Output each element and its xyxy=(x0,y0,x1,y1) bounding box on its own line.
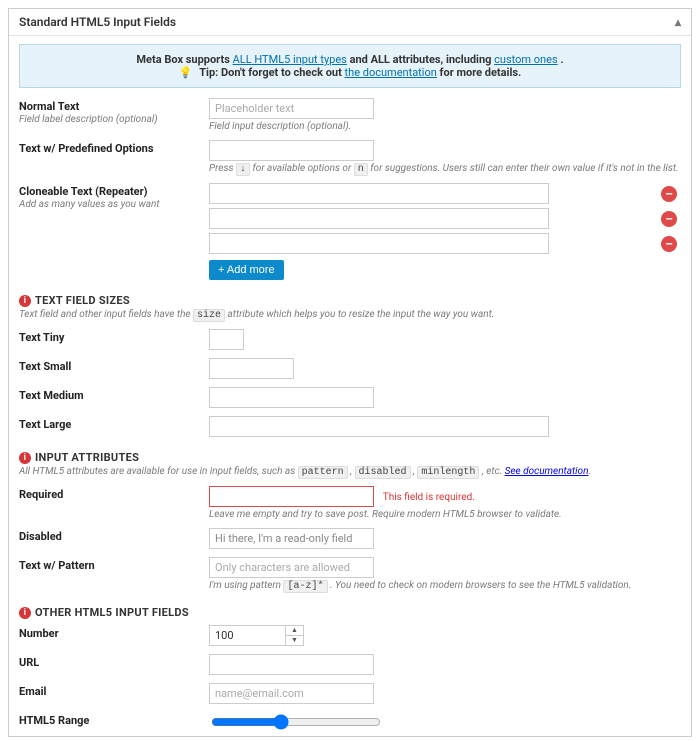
text-medium-input[interactable] xyxy=(209,387,374,408)
normal-text-input[interactable] xyxy=(209,98,374,119)
add-more-button[interactable]: + Add more xyxy=(209,260,284,280)
row-pattern: Text w/ Pattern I'm using pattern [a-z]*… xyxy=(9,553,691,596)
predefined-input[interactable] xyxy=(209,140,374,161)
pattern-hint: I'm using pattern [a-z]* . You need to c… xyxy=(209,580,681,592)
row-disabled: Disabled xyxy=(9,524,691,553)
normal-text-label: Normal Text xyxy=(19,100,199,113)
spinner-icon[interactable]: ▲▼ xyxy=(285,626,303,645)
normal-text-hint: Field input description (optional). xyxy=(209,121,681,132)
row-email: Email xyxy=(9,679,691,708)
clone-input[interactable] xyxy=(209,233,549,254)
range-input[interactable] xyxy=(211,714,381,730)
cloneable-sublabel: Add as many values as you want xyxy=(19,199,199,210)
number-stepper[interactable]: ▲▼ xyxy=(209,625,304,646)
panel-body: Meta Box supports ALL HTML5 input types … xyxy=(9,44,691,736)
info-icon: i xyxy=(19,295,31,307)
bulb-icon: 💡 xyxy=(179,66,197,79)
row-normal-text: Normal Text Field label description (opt… xyxy=(9,94,691,136)
range-label: HTML5 Range xyxy=(19,714,199,727)
number-input[interactable] xyxy=(210,626,285,645)
clone-line: – xyxy=(209,208,681,229)
documentation-link[interactable]: the documentation xyxy=(345,66,437,79)
required-error: This field is required. xyxy=(383,492,475,503)
custom-ones-link[interactable]: custom ones xyxy=(494,53,558,66)
see-documentation-link[interactable]: See documentation xyxy=(505,466,589,477)
email-label: Email xyxy=(19,685,199,698)
row-url: URL xyxy=(9,650,691,679)
disabled-input xyxy=(209,528,374,549)
number-label: Number xyxy=(19,627,199,640)
normal-text-sublabel: Field label description (optional) xyxy=(19,114,199,125)
text-small-input[interactable] xyxy=(209,358,294,379)
remove-clone-button[interactable]: – xyxy=(661,211,677,227)
section-desc-attrs: All HTML5 attributes are available for u… xyxy=(19,466,681,478)
section-desc-sizes: Text field and other input fields have t… xyxy=(19,309,681,321)
section-heading-sizes: i TEXT FIELD SIZES xyxy=(19,294,681,307)
text-small-label: Text Small xyxy=(19,360,199,373)
settings-panel: Standard HTML5 Input Fields ▴ Meta Box s… xyxy=(8,8,692,737)
info-callout: Meta Box supports ALL HTML5 input types … xyxy=(19,44,681,88)
url-label: URL xyxy=(19,656,199,669)
text-large-label: Text Large xyxy=(19,418,199,431)
panel-header[interactable]: Standard HTML5 Input Fields ▴ xyxy=(9,9,691,36)
clone-input[interactable] xyxy=(209,208,549,229)
text-tiny-input[interactable] xyxy=(209,329,244,350)
row-cloneable: Cloneable Text (Repeater) Add as many va… xyxy=(9,179,691,284)
pattern-label: Text w/ Pattern xyxy=(19,559,199,572)
info-icon: i xyxy=(19,607,31,619)
pattern-input[interactable] xyxy=(209,557,374,578)
clone-line: – xyxy=(209,233,681,254)
remove-clone-button[interactable]: – xyxy=(661,186,677,202)
info-text: Meta Box supports xyxy=(136,53,232,66)
section-heading-other: i OTHER HTML5 INPUT FIELDS xyxy=(19,606,681,619)
panel-title: Standard HTML5 Input Fields xyxy=(19,15,176,29)
required-label: Required xyxy=(19,488,199,501)
predefined-label: Text w/ Predefined Options xyxy=(19,142,199,155)
text-tiny-label: Text Tiny xyxy=(19,331,199,344)
clone-line: – xyxy=(209,183,681,204)
row-number: Number ▲▼ xyxy=(9,621,691,650)
collapse-icon[interactable]: ▴ xyxy=(675,15,681,29)
text-large-input[interactable] xyxy=(209,416,549,437)
section-heading-attrs: i INPUT ATTRIBUTES xyxy=(19,451,681,464)
row-required: Required This field is required. Leave m… xyxy=(9,482,691,524)
disabled-label: Disabled xyxy=(19,530,199,543)
remove-clone-button[interactable]: – xyxy=(661,236,677,252)
info-icon: i xyxy=(19,452,31,464)
predefined-hint: Press ↓ for available options or n for s… xyxy=(209,163,681,175)
all-input-types-link[interactable]: ALL HTML5 input types xyxy=(233,53,347,66)
cloneable-label: Cloneable Text (Repeater) xyxy=(19,185,199,198)
row-range: HTML5 Range xyxy=(9,708,691,736)
text-medium-label: Text Medium xyxy=(19,389,199,402)
row-predefined: Text w/ Predefined Options Press ↓ for a… xyxy=(9,136,691,179)
clone-input[interactable] xyxy=(209,183,549,204)
required-hint: Leave me empty and try to save post. Req… xyxy=(209,509,681,520)
url-input[interactable] xyxy=(209,654,374,675)
required-input[interactable] xyxy=(209,486,374,507)
email-input[interactable] xyxy=(209,683,374,704)
